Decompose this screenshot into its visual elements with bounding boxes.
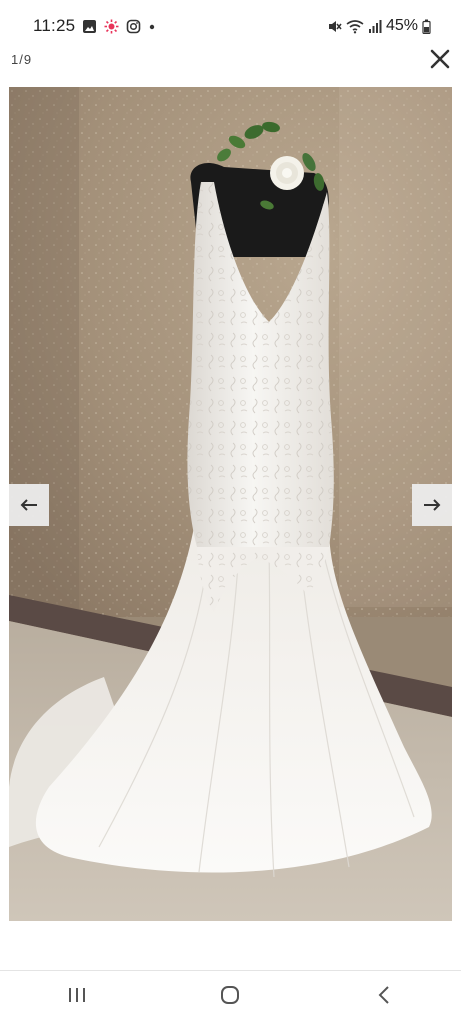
home-icon bbox=[220, 985, 240, 1010]
previous-image-button[interactable] bbox=[9, 484, 49, 526]
arrow-left-icon bbox=[20, 498, 38, 512]
arrow-right-icon bbox=[423, 498, 441, 512]
gallery-icon bbox=[82, 19, 97, 34]
photo-viewer-screen: 11:25 45% 1/9 bbox=[0, 0, 461, 1024]
close-button[interactable] bbox=[424, 45, 456, 77]
battery-icon bbox=[422, 19, 431, 34]
recent-apps-icon bbox=[67, 986, 87, 1009]
status-left: 11:25 bbox=[33, 16, 156, 36]
close-icon bbox=[430, 49, 450, 74]
system-nav-bar bbox=[0, 971, 461, 1024]
status-right: 45% bbox=[327, 17, 431, 35]
status-time: 11:25 bbox=[33, 16, 76, 35]
dot-icon bbox=[148, 19, 156, 34]
wedding-dress-photo bbox=[9, 87, 452, 921]
next-image-button[interactable] bbox=[412, 484, 452, 526]
back-button[interactable] bbox=[354, 978, 414, 1018]
back-icon bbox=[377, 985, 391, 1010]
instagram-icon bbox=[126, 19, 141, 34]
flower-icon bbox=[104, 19, 119, 34]
battery-percent: 45% bbox=[385, 17, 418, 34]
recent-apps-button[interactable] bbox=[47, 978, 107, 1018]
signal-icon bbox=[368, 19, 382, 34]
image-counter: 1/9 bbox=[11, 52, 33, 67]
wifi-icon bbox=[346, 19, 364, 34]
home-button[interactable] bbox=[200, 978, 260, 1018]
status-bar: 11:25 45% bbox=[0, 0, 461, 52]
mute-icon bbox=[327, 19, 342, 34]
